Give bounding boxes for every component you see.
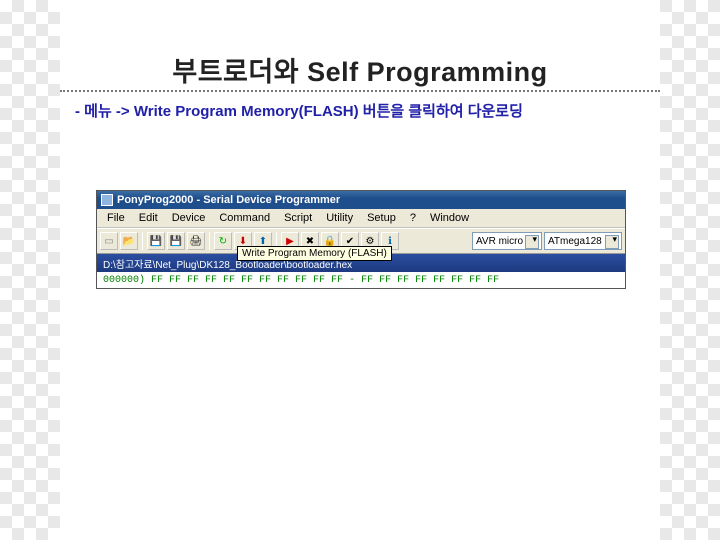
write-flash-tooltip: Write Program Memory (FLASH) <box>237 246 392 261</box>
device-type-select[interactable]: ATmega128 <box>544 232 622 250</box>
device-family-value: AVR micro <box>476 236 523 247</box>
toolbar-separator <box>142 232 143 250</box>
hex-bytes: FF FF FF FF FF FF FF FF FF FF FF - FF FF… <box>151 275 499 286</box>
print-icon[interactable]: 🖨 <box>187 232 205 250</box>
window-titlebar[interactable]: PonyProg2000 - Serial Device Programmer <box>97 191 625 209</box>
device-type-value: ATmega128 <box>548 236 602 247</box>
menu-device[interactable]: Device <box>166 211 212 225</box>
window-title-text: PonyProg2000 - Serial Device Programmer <box>117 194 340 206</box>
ponyprog-window: PonyProg2000 - Serial Device Programmer … <box>96 190 626 289</box>
new-file-icon[interactable]: ▭ <box>100 232 118 250</box>
menu-setup[interactable]: Setup <box>361 211 402 225</box>
hex-offset: 000000) <box>103 275 145 286</box>
toolbar-separator <box>209 232 210 250</box>
save-as-icon[interactable]: 💾 <box>167 232 185 250</box>
slide-title: 부트로더와 Self Programming <box>60 50 660 89</box>
file-path-text: D:\참고자료\Net_Plug\DK128_Bootloader\bootlo… <box>103 260 352 271</box>
menu-command[interactable]: Command <box>213 211 276 225</box>
reload-icon[interactable]: ↻ <box>214 232 232 250</box>
menu-utility[interactable]: Utility <box>320 211 359 225</box>
hex-view: 000000) FF FF FF FF FF FF FF FF FF FF FF… <box>97 272 625 288</box>
menu-edit[interactable]: Edit <box>133 211 164 225</box>
menu-file[interactable]: File <box>101 211 131 225</box>
menu-script[interactable]: Script <box>278 211 318 225</box>
title-underline <box>60 90 660 92</box>
open-file-icon[interactable]: 📂 <box>120 232 138 250</box>
menu-help[interactable]: ? <box>404 211 422 225</box>
device-family-select[interactable]: AVR micro <box>472 232 542 250</box>
save-icon[interactable]: 💾 <box>147 232 165 250</box>
menu-window[interactable]: Window <box>424 211 475 225</box>
app-icon <box>101 194 113 206</box>
slide-subtitle: - 메뉴 -> Write Program Memory(FLASH) 버튼을 … <box>75 100 660 121</box>
menubar: File Edit Device Command Script Utility … <box>97 209 625 228</box>
file-path-bar: D:\참고자료\Net_Plug\DK128_Bootloader\bootlo… <box>97 254 625 272</box>
